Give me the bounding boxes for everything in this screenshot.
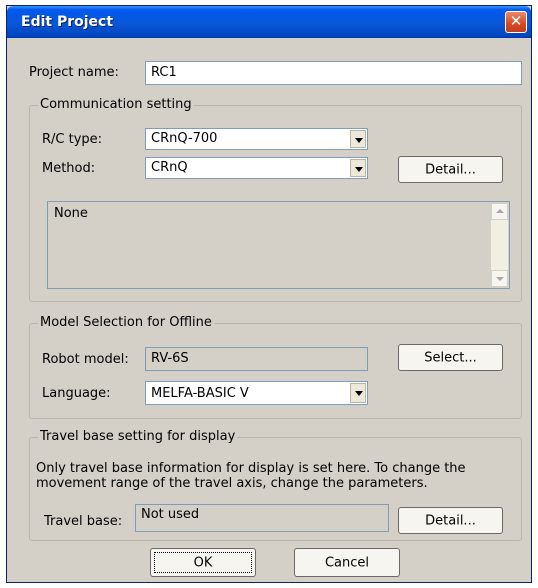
- chevron-down-icon[interactable]: [350, 383, 366, 403]
- window-title: Edit Project: [21, 14, 114, 30]
- cancel-button[interactable]: Cancel: [294, 548, 400, 577]
- info-scrollbar[interactable]: [491, 203, 508, 287]
- close-icon[interactable]: ✕: [505, 11, 527, 33]
- scroll-up-icon[interactable]: [491, 203, 508, 220]
- project-name-label: Project name:: [29, 65, 119, 80]
- travel-base-label: Travel base:: [44, 514, 123, 529]
- robot-model-label: Robot model:: [42, 352, 129, 367]
- method-value: CRnQ: [151, 160, 188, 175]
- model-selection-legend: Model Selection for Offline: [38, 315, 214, 330]
- communication-info-text: None: [54, 206, 88, 221]
- chevron-down-icon[interactable]: [350, 130, 366, 148]
- scroll-down-icon[interactable]: [491, 270, 508, 287]
- ok-button[interactable]: OK: [150, 548, 256, 577]
- select-model-label: Select...: [424, 350, 477, 365]
- travel-description-line1: Only travel base information for display…: [36, 461, 466, 476]
- rc-type-select[interactable]: CRnQ-700: [145, 128, 368, 150]
- rc-type-label: R/C type:: [42, 132, 103, 147]
- communication-detail-label: Detail...: [425, 162, 476, 177]
- travel-description-line2: movement range of the travel axis, chang…: [36, 476, 428, 491]
- select-model-button[interactable]: Select...: [398, 344, 503, 371]
- ok-label: OK: [193, 555, 213, 570]
- chevron-down-icon[interactable]: [350, 159, 366, 177]
- method-select[interactable]: CRnQ: [145, 157, 368, 179]
- communication-detail-button[interactable]: Detail...: [398, 156, 503, 183]
- cancel-label: Cancel: [324, 555, 370, 570]
- communication-info-box[interactable]: None: [47, 201, 510, 289]
- model-selection-group: Model Selection for Offline Robot model:…: [29, 315, 522, 419]
- communication-setting-legend: Communication setting: [38, 97, 194, 112]
- language-label: Language:: [42, 386, 111, 401]
- travel-base-group: Travel base setting for display Only tra…: [29, 429, 522, 541]
- project-name-input[interactable]: RC1: [145, 61, 522, 85]
- travel-detail-label: Detail...: [425, 513, 476, 528]
- robot-model-field: RV-6S: [145, 347, 368, 371]
- rc-type-value: CRnQ-700: [151, 131, 218, 146]
- method-label: Method:: [42, 161, 96, 176]
- title-bar[interactable]: Edit Project ✕: [7, 6, 531, 38]
- edit-project-dialog: Edit Project ✕ Project name: RC1 Communi…: [6, 5, 532, 583]
- travel-base-legend: Travel base setting for display: [38, 429, 238, 444]
- language-select[interactable]: MELFA-BASIC V: [145, 381, 368, 405]
- communication-setting-group: Communication setting R/C type: CRnQ-700…: [29, 97, 522, 302]
- travel-base-field: Not used: [135, 504, 389, 532]
- travel-detail-button[interactable]: Detail...: [398, 507, 503, 534]
- language-value: MELFA-BASIC V: [151, 386, 249, 401]
